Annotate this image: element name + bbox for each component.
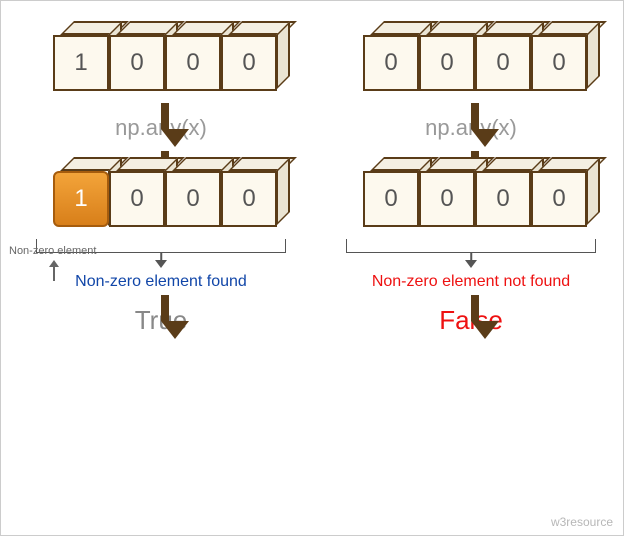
cube: 0 — [109, 171, 165, 227]
cube: 0 — [531, 35, 587, 91]
cube-highlight: 1 — [53, 171, 109, 227]
cube: 0 — [109, 35, 165, 91]
output-array-left: 1 0 0 0 — [53, 157, 277, 235]
nonzero-label: Non-zero element — [9, 245, 96, 257]
cube: 0 — [419, 171, 475, 227]
cube: 1 — [53, 35, 109, 91]
cube: 0 — [363, 35, 419, 91]
arrow-up-icon — [49, 260, 59, 281]
cube: 0 — [363, 171, 419, 227]
input-array-left: 1 0 0 0 — [53, 21, 277, 99]
cube: 0 — [419, 35, 475, 91]
caption-not-found: Non-zero element not found — [372, 273, 570, 291]
column-left: 1 0 0 0 np.any(x) 1 0 0 0 Non-zero eleme… — [21, 21, 301, 336]
cube: 0 — [475, 171, 531, 227]
caption-found: Non-zero element found — [75, 273, 247, 291]
watermark: w3resource — [551, 515, 613, 529]
input-array-right: 0 0 0 0 — [363, 21, 587, 99]
cube: 0 — [475, 35, 531, 91]
cube: 0 — [221, 171, 277, 227]
output-array-right: 0 0 0 0 — [363, 157, 587, 235]
column-right: 0 0 0 0 np.any(x) 0 0 0 0 Non-zero eleme… — [331, 21, 611, 336]
cube: 0 — [165, 171, 221, 227]
bracket-icon — [346, 237, 596, 271]
cube: 0 — [531, 171, 587, 227]
cube: 0 — [221, 35, 277, 91]
cube: 0 — [165, 35, 221, 91]
